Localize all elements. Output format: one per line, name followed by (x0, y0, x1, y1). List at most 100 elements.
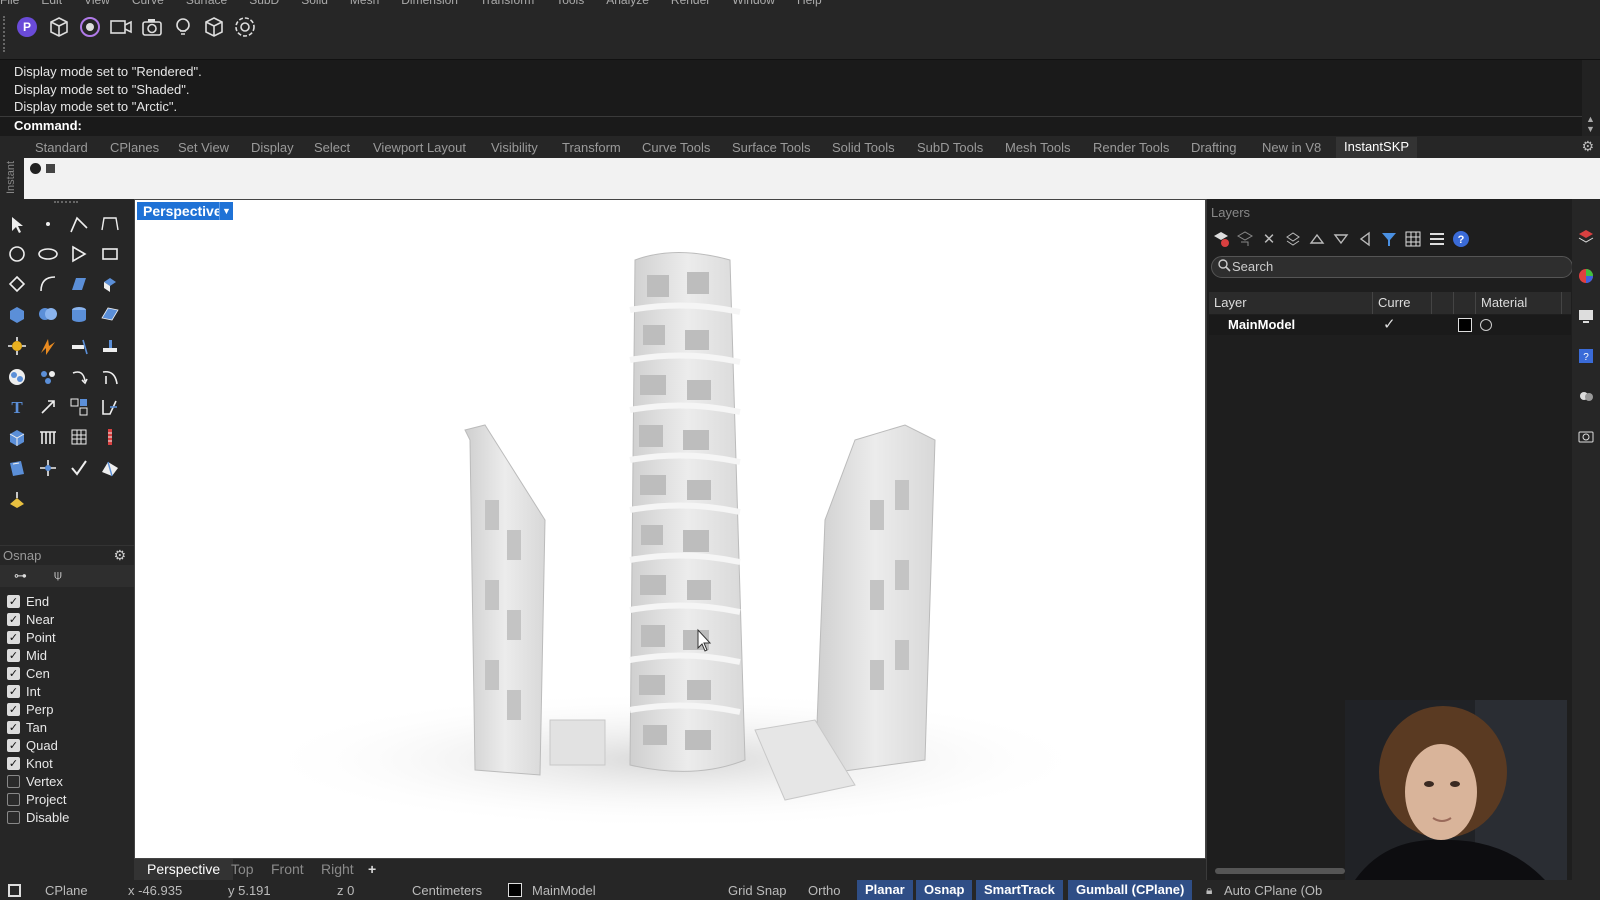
osnap-point[interactable]: ✓ Point (7, 629, 56, 646)
settings-flower-icon[interactable] (232, 14, 258, 40)
circle-icon[interactable] (4, 241, 30, 267)
list-view-icon[interactable] (1427, 229, 1447, 249)
material-icon[interactable] (97, 455, 123, 481)
split-icon[interactable] (97, 333, 123, 359)
layer-color-swatch[interactable] (508, 883, 522, 897)
gear-icon[interactable]: ⚙ (113, 547, 126, 564)
menu-item-curve[interactable]: Curve (132, 0, 164, 7)
perspective-viewport[interactable]: Perspective ▼ (134, 199, 1206, 859)
tab-solid-tools[interactable]: Solid Tools (832, 140, 895, 155)
cplane-label[interactable]: CPlane (45, 883, 88, 898)
text-icon[interactable]: T (4, 394, 30, 420)
array-icon[interactable] (66, 394, 92, 420)
tab-instantskp[interactable]: InstantSKP (1336, 137, 1418, 158)
rectangle-icon[interactable] (97, 241, 123, 267)
tab-visibility[interactable]: Visibility (491, 140, 538, 155)
checkbox-checked-icon[interactable]: ✓ (7, 703, 20, 716)
toolbox-grip[interactable] (54, 201, 78, 204)
gear-icon[interactable]: ⚙ (1581, 138, 1594, 155)
osnap-end[interactable]: ✓ End (7, 593, 49, 610)
curve-cv-icon[interactable] (97, 211, 123, 237)
check-icon[interactable] (66, 455, 92, 481)
menu-item-render[interactable]: Render (671, 0, 710, 7)
osnap-disable[interactable]: Disable (7, 809, 69, 826)
column-layer[interactable]: Layer (1214, 295, 1247, 310)
menu-item-file[interactable]: File (0, 0, 19, 7)
arc-icon[interactable] (35, 271, 61, 297)
grid-view-icon[interactable] (1403, 229, 1423, 249)
point-icon[interactable] (35, 211, 61, 237)
checkbox-checked-icon[interactable]: ✓ (7, 631, 20, 644)
command-line[interactable]: Command: (0, 116, 1582, 136)
tab-subd-tools[interactable]: SubD Tools (917, 140, 983, 155)
boolean-union-icon[interactable] (35, 301, 61, 327)
tab-drafting[interactable]: Drafting (1191, 140, 1237, 155)
osnap-mid[interactable]: ✓ Mid (7, 647, 47, 664)
checkbox-checked-icon[interactable]: ✓ (7, 613, 20, 626)
select-arrow-icon[interactable] (4, 211, 30, 237)
checkbox-checked-icon[interactable]: ✓ (7, 667, 20, 680)
new-sublayer-icon[interactable] (1235, 229, 1255, 249)
filter-icon[interactable] (1379, 229, 1399, 249)
proxy-logo-icon[interactable]: P (14, 14, 40, 40)
history-scrollbar[interactable]: ▲ ▼ (1582, 60, 1600, 136)
grid-icon[interactable] (66, 424, 92, 450)
trim-icon[interactable] (66, 333, 92, 359)
help-icon[interactable]: ? (1451, 229, 1471, 249)
layer-color-swatch[interactable] (1458, 318, 1472, 332)
tab-new-in-v8[interactable]: New in V8 (1262, 140, 1321, 155)
viewport-tab-front[interactable]: Front (271, 861, 304, 877)
add-viewport-button[interactable]: + (368, 861, 376, 877)
current-layer[interactable]: MainModel (532, 883, 596, 898)
box-icon[interactable] (46, 14, 72, 40)
paint-icon[interactable] (4, 487, 30, 513)
tab-display[interactable]: Display (251, 140, 294, 155)
layer-name[interactable]: MainModel (1228, 317, 1295, 332)
duplicate-layer-icon[interactable] (1283, 229, 1303, 249)
help-tab-icon[interactable]: ? (1577, 347, 1595, 365)
menu-item-help[interactable]: Help (797, 0, 822, 7)
viewport-title[interactable]: Perspective (137, 202, 228, 220)
auto-cplane-toggle[interactable]: Auto CPlane (Ob (1224, 883, 1322, 898)
small-square-icon[interactable] (46, 164, 55, 173)
move-down-icon[interactable] (1331, 229, 1351, 249)
menu-item-edit[interactable]: Edit (41, 0, 62, 7)
osnap-vertex[interactable]: Vertex (7, 773, 63, 790)
move-up-icon[interactable] (1307, 229, 1327, 249)
camera-record-icon[interactable] (108, 14, 134, 40)
viewport-tab-right[interactable]: Right (321, 861, 354, 877)
fillet-flash-icon[interactable] (35, 333, 61, 359)
tab-surface-tools[interactable]: Surface Tools (732, 140, 811, 155)
cylinder-icon[interactable] (66, 301, 92, 327)
tab-render-tools[interactable]: Render Tools (1093, 140, 1169, 155)
gumball-toggle[interactable]: Gumball (CPlane) (1068, 880, 1193, 900)
scroll-down-icon[interactable]: ▼ (1586, 124, 1595, 134)
mirror-icon[interactable] (97, 394, 123, 420)
polygon-icon[interactable] (66, 241, 92, 267)
camera-snapshot-icon[interactable] (139, 14, 165, 40)
new-layer-icon[interactable] (1211, 229, 1231, 249)
tab-cplanes[interactable]: CPlanes (110, 140, 159, 155)
menu-item-tools[interactable]: Tools (556, 0, 584, 7)
lock-icon[interactable]: 🔒︎ (1206, 883, 1212, 898)
osnap-tan[interactable]: ✓ Tan (7, 719, 47, 736)
osnap-toggle[interactable]: Osnap (916, 880, 973, 900)
osnap-quad[interactable]: ✓ Quad (7, 737, 58, 754)
rotate-icon[interactable] (66, 364, 92, 390)
viewport-toggle-icon[interactable] (8, 884, 21, 897)
surface-icon[interactable] (66, 271, 92, 297)
menu-item-surface[interactable]: Surface (186, 0, 227, 7)
checkbox-checked-icon[interactable]: ✓ (7, 739, 20, 752)
viewport-tab-top[interactable]: Top (231, 861, 254, 877)
grid-snap-toggle[interactable]: Grid Snap (728, 883, 787, 898)
osnap-project[interactable]: Project (7, 791, 66, 808)
current-check-icon[interactable]: ✓ (1383, 315, 1396, 333)
osnap-perp[interactable]: ✓ Perp (7, 701, 53, 718)
menu-item-subd[interactable]: SubD (249, 0, 279, 7)
chevron-down-icon[interactable]: ▼ (219, 202, 233, 220)
tab-select[interactable]: Select (314, 140, 350, 155)
scroll-up-icon[interactable]: ▲ (1586, 114, 1595, 124)
tab-transform[interactable]: Transform (562, 140, 621, 155)
solid-box-icon[interactable] (4, 301, 30, 327)
display-tab-icon[interactable] (1577, 307, 1595, 325)
